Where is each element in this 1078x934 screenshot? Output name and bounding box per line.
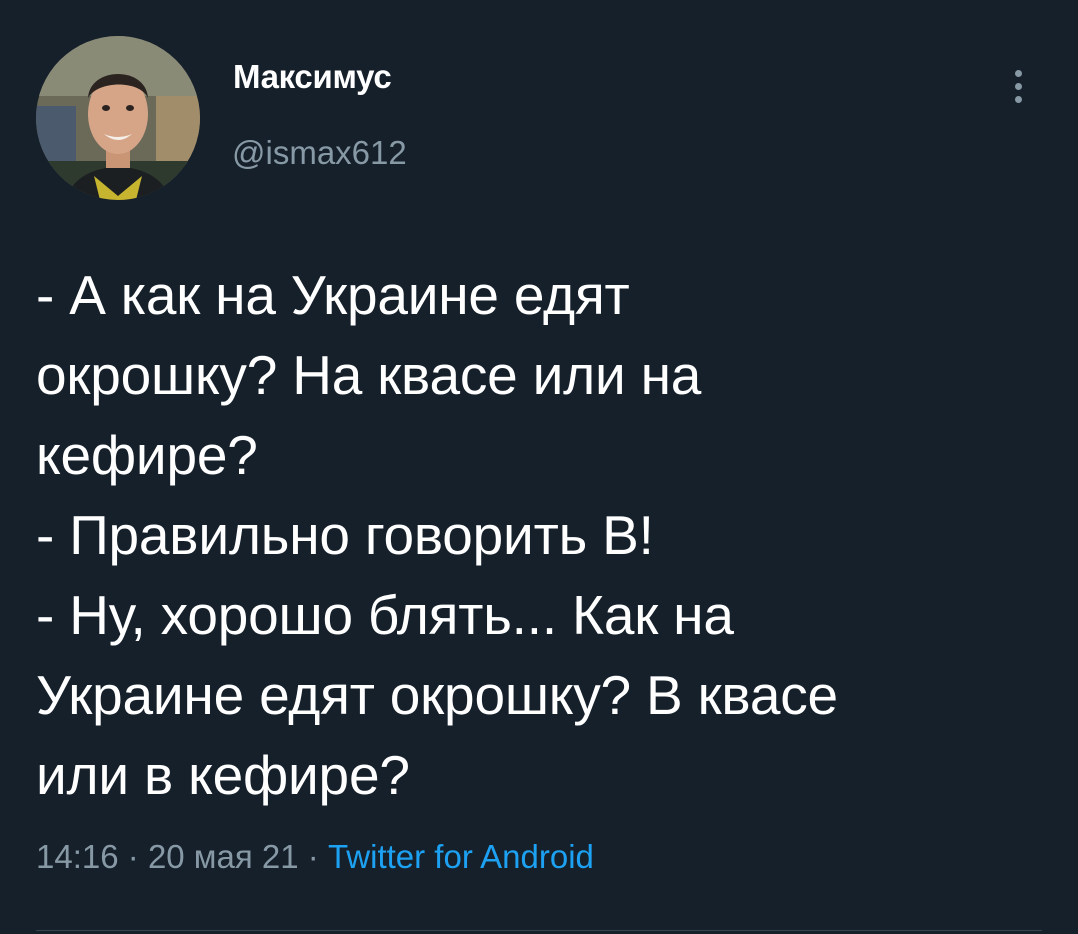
- tweet-meta: 14:16 · 20 мая 21 · Twitter for Android: [36, 838, 594, 876]
- tweet-text: - А как на Украине едят окрошку? На квас…: [36, 255, 1046, 815]
- tweet-source-link[interactable]: Twitter for Android: [328, 838, 594, 875]
- tweet-text-line: - Ну, хорошо блять... Как на: [36, 584, 734, 646]
- divider: [36, 930, 1042, 931]
- tweet-text-line: окрошку? На квасе или на: [36, 344, 702, 406]
- tweet: Максимус @ismax612 - А как на Украине ед…: [0, 0, 1078, 934]
- tweet-text-line: - А как на Украине едят: [36, 264, 630, 326]
- avatar-photo: [36, 36, 200, 200]
- author-handle[interactable]: @ismax612: [232, 134, 407, 172]
- meta-separator: ·: [127, 838, 139, 875]
- more-vertical-icon: [1014, 95, 1022, 103]
- tweet-date[interactable]: 20 мая 21: [148, 838, 299, 875]
- avatar[interactable]: [36, 36, 200, 200]
- tweet-text-line: или в кефире?: [36, 744, 410, 806]
- more-vertical-icon: [1014, 69, 1022, 77]
- more-options-button[interactable]: [1000, 62, 1036, 110]
- more-vertical-icon: [1014, 82, 1022, 90]
- tweet-time[interactable]: 14:16: [36, 838, 119, 875]
- author-display-name[interactable]: Максимус: [233, 58, 392, 96]
- tweet-text-line: Украине едят окрошку? В квасе: [36, 664, 838, 726]
- tweet-text-line: - Правильно говорить В!: [36, 504, 654, 566]
- meta-separator: ·: [307, 838, 319, 875]
- tweet-text-line: кефире?: [36, 424, 258, 486]
